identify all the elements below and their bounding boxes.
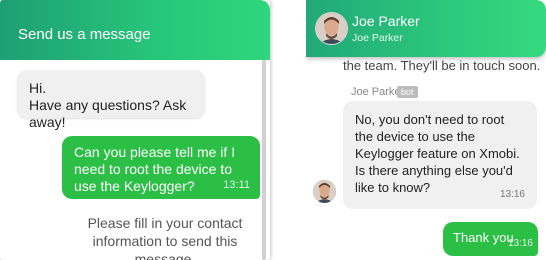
previous-message-text: the team. They'll be in touch soon.: [343, 58, 541, 73]
agent-avatar-small: [313, 180, 336, 203]
incoming-line-2: Have any questions? Ask away!: [29, 97, 187, 130]
agent-subtitle: Joe Parker: [352, 32, 403, 44]
message-time: 13:11: [223, 179, 250, 191]
message-time: 13:16: [507, 238, 533, 249]
footer-line-1: Please fill in your contact: [87, 215, 243, 231]
message-form-panel: Send us a message Hi. Have any questions…: [0, 0, 270, 260]
outgoing-message: Can you please tell me if I need to root…: [62, 136, 260, 199]
bot-message: No, you don't need to root the device to…: [343, 101, 537, 209]
incoming-line-1: Hi.: [29, 80, 47, 96]
bot-badge: bot: [397, 86, 418, 98]
incoming-message: Hi. Have any questions? Ask away!: [17, 70, 205, 130]
user-message-text: Thank you: [453, 230, 514, 245]
user-message: Thank you 13:16: [443, 222, 538, 256]
agent-name: Joe Parker: [352, 13, 420, 29]
message-time: 13:16: [499, 189, 525, 200]
outgoing-text: Can you please tell me if I need to root…: [74, 144, 236, 194]
contact-info-prompt: Please fill in your contact information …: [70, 214, 260, 260]
chat-header: Joe Parker Joe Parker: [306, 0, 546, 57]
agent-avatar: [315, 12, 348, 45]
scrollbar[interactable]: [262, 60, 266, 260]
footer-line-2: information to send this message.: [92, 233, 238, 260]
bot-message-text: No, you don't need to root the device to…: [355, 112, 520, 195]
panel-header: Send us a message: [0, 0, 270, 60]
chat-panel: Joe Parker Joe Parker the team. They'll …: [306, 0, 546, 260]
header-title: Send us a message: [18, 26, 151, 43]
